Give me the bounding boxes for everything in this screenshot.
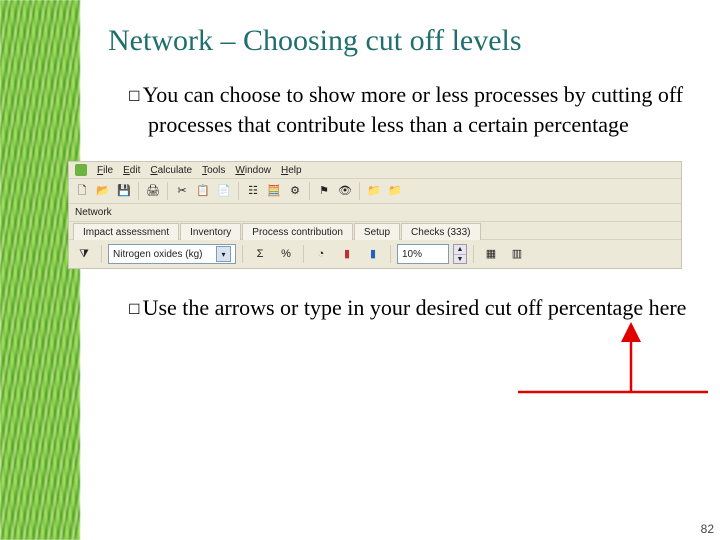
calc-icon: 🧮 [267,186,281,197]
percent-button[interactable]: % [275,245,297,263]
tree-icon: ☷ [248,186,258,197]
main-toolbar: 🗋 📂 💾 🖨 ✂ 📋 📄 ☷ 🧮 ⚙ ⚑ 👁 📁 📁 [69,179,681,204]
gear-button[interactable]: ⚙ [286,182,304,200]
slide-title: Network – Choosing cut off levels [108,24,700,58]
bars-button[interactable]: ▮ [336,245,358,263]
cutoff-value: 10% [402,249,422,260]
app-logo-icon [75,164,87,176]
save-button[interactable]: 💾 [115,182,133,200]
layout2-button[interactable]: ▥ [506,245,528,263]
cutoff-input[interactable]: 10% [397,244,449,264]
series-combo-value: Nitrogen oxides (kg) [113,249,202,260]
tab-impact-assessment[interactable]: Impact assessment [73,223,179,240]
open-button[interactable]: 📂 [94,182,112,200]
eye-icon: 👁 [338,186,352,197]
percent-icon: % [281,249,291,260]
slide-content: Network – Choosing cut off levels ☐You c… [88,24,700,339]
callout-arrow [518,317,718,417]
bullet-2: ☐Use the arrows or type in your desired … [128,293,700,323]
tab-row: Impact assessment Inventory Process cont… [69,222,681,240]
print-icon: 🖨 [146,186,160,197]
bullet-1-text: You can choose to show more or less proc… [143,82,684,137]
layout1-button[interactable]: ▦ [480,245,502,263]
menu-bar: File Edit Calculate Tools Window Help [69,162,681,179]
folder-button[interactable]: 📁 [365,182,383,200]
spinner-down-icon[interactable]: ▼ [454,255,466,264]
toolbar-separator [473,245,474,263]
toolbar-separator [390,245,391,263]
sigma-button[interactable]: Σ [249,245,271,263]
open-icon: 📂 [96,186,110,197]
new-button[interactable]: 🗋 [73,182,91,200]
menu-tools[interactable]: Tools [202,165,225,176]
tab-inventory[interactable]: Inventory [180,223,241,240]
tab-setup[interactable]: Setup [354,223,400,240]
bars2-icon: ▮ [370,249,376,260]
copy-button[interactable]: 📋 [194,182,212,200]
menu-file-rest: ile [103,165,113,176]
toolbar-separator [238,182,239,200]
pie-button[interactable]: ◔ [310,245,332,263]
cutoff-spinner[interactable]: ▲ ▼ [453,244,467,264]
menu-help[interactable]: Help [281,165,302,176]
cut-button[interactable]: ✂ [173,182,191,200]
page-number: 82 [701,522,714,536]
calc-button[interactable]: 🧮 [265,182,283,200]
toolbar-separator [309,182,310,200]
toolbar-separator [167,182,168,200]
menu-calculate[interactable]: Calculate [150,165,192,176]
paste-button[interactable]: 📄 [215,182,233,200]
series-combo[interactable]: Nitrogen oxides (kg) ▾ [108,244,236,264]
flag-button[interactable]: ⚑ [315,182,333,200]
folder-icon: 📁 [367,186,381,197]
toolbar-separator [242,245,243,263]
funnel-button[interactable]: ⧩ [73,245,95,263]
save-icon: 💾 [117,186,131,197]
cut-icon: ✂ [177,186,186,197]
software-screenshot: File Edit Calculate Tools Window Help 🗋 … [68,161,682,269]
toolbar-separator [359,182,360,200]
layout1-icon: ▦ [486,249,496,260]
layout2-icon: ▥ [512,249,522,260]
spinner-up-icon[interactable]: ▲ [454,245,466,255]
new-icon: 🗋 [78,186,87,197]
funnel-icon: ⧩ [79,249,89,260]
tree-button[interactable]: ☷ [244,182,262,200]
decorative-sidebar [0,0,80,540]
bullet-2-text: Use the arrows or type in your desired c… [143,295,687,320]
toolbar-separator [138,182,139,200]
eye-button[interactable]: 👁 [336,182,354,200]
tab-checks[interactable]: Checks (333) [401,223,480,240]
bars2-button[interactable]: ▮ [362,245,384,263]
folder2-button[interactable]: 📁 [386,182,404,200]
parameter-toolbar: ⧩ Nitrogen oxides (kg) ▾ Σ % ◔ ▮ ▮ 10% ▲… [69,240,681,268]
tab-process-contribution[interactable]: Process contribution [242,223,353,240]
bullet-1: ☐You can choose to show more or less pro… [128,80,700,139]
window-title: Network [69,204,681,222]
sigma-icon: Σ [257,249,264,260]
bullet-box-icon: ☐ [128,301,141,317]
bars-icon: ▮ [344,249,350,260]
print-button[interactable]: 🖨 [144,182,162,200]
toolbar-separator [101,245,102,263]
menu-window[interactable]: Window [235,165,271,176]
copy-icon: 📋 [196,186,210,197]
flag-icon: ⚑ [319,186,329,197]
menu-file[interactable]: File [97,165,113,176]
folder2-icon: 📁 [388,186,402,197]
gear-icon: ⚙ [290,186,300,197]
toolbar-separator [303,245,304,263]
bullet-box-icon: ☐ [128,88,141,104]
pie-icon: ◔ [318,249,325,260]
menu-edit[interactable]: Edit [123,165,140,176]
paste-icon: 📄 [217,186,231,197]
chevron-down-icon: ▾ [216,246,231,262]
